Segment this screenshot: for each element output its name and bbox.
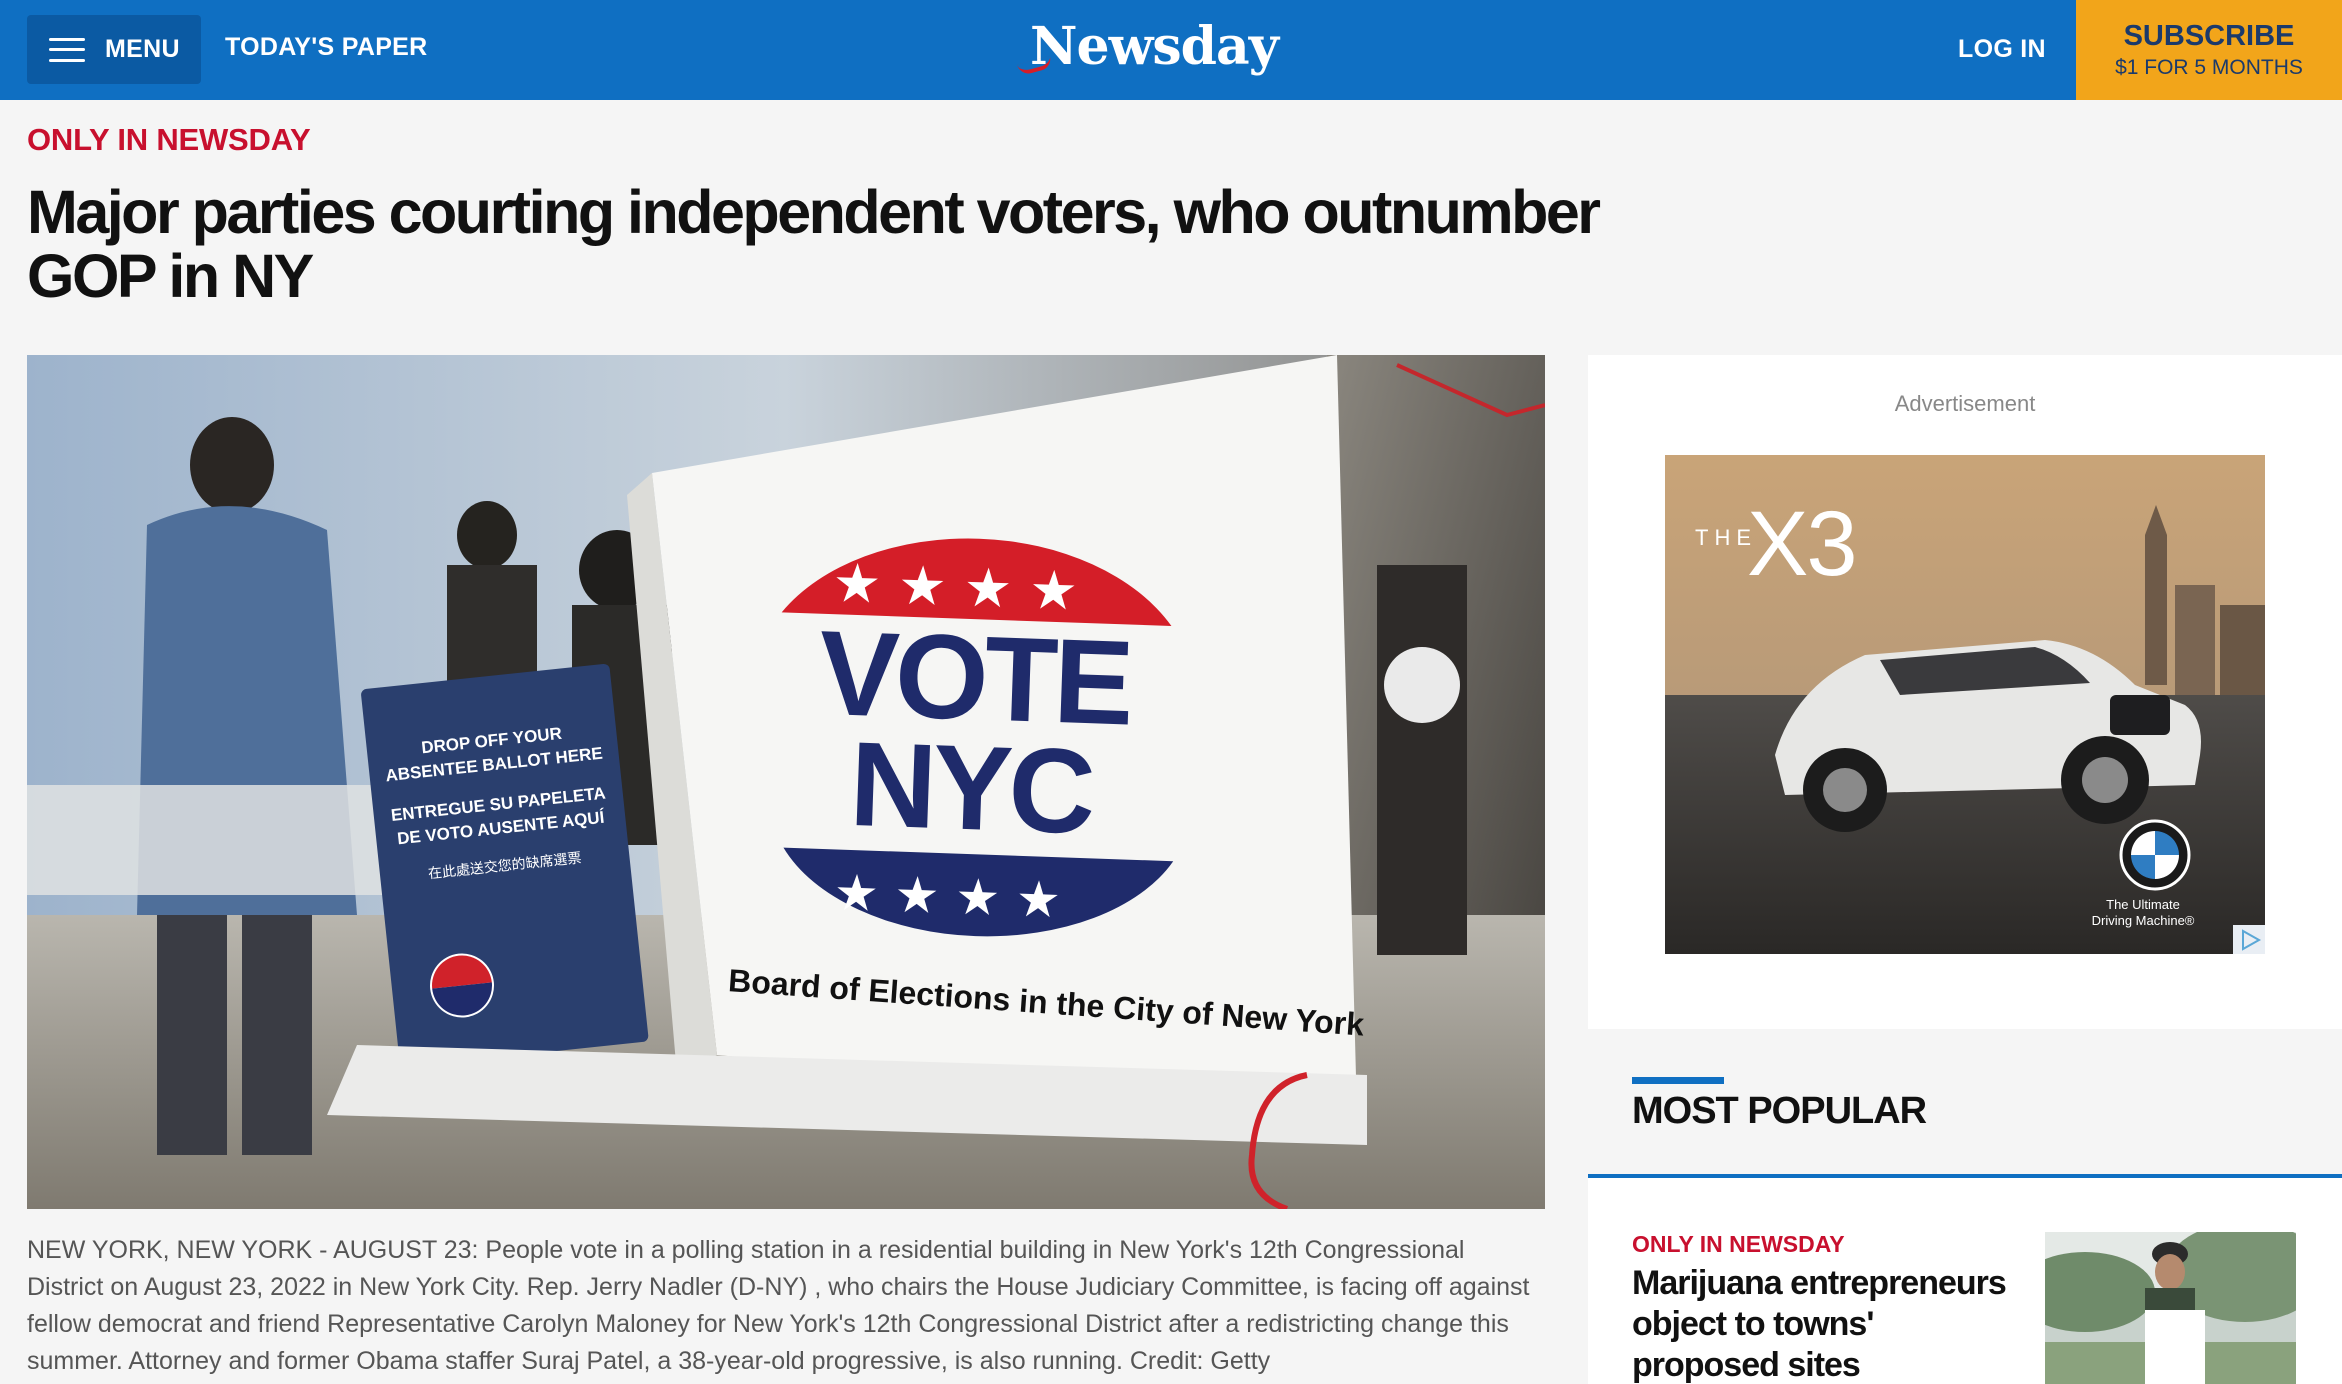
menu-button[interactable]: MENU — [27, 15, 201, 84]
ad-model: X3 — [1747, 493, 1856, 595]
bmw-logo-icon — [2119, 819, 2191, 891]
popular-item-title[interactable]: Marijuana entrepreneurs object to towns'… — [1632, 1263, 2022, 1384]
subscribe-button[interactable]: SUBSCRIBE $1 FOR 5 MONTHS — [2076, 0, 2342, 100]
popular-item-thumbnail[interactable] — [2045, 1232, 2296, 1384]
newsday-logo[interactable]: Newsday — [1017, 16, 1279, 77]
polling-station-illustration: DROP OFF YOUR ABSENTEE BALLOT HERE ENTRE… — [27, 355, 1545, 1209]
stars-bottom: ★ ★ ★ ★ — [833, 863, 1062, 929]
popular-item[interactable]: ONLY IN NEWSDAY Marijuana entrepreneurs … — [1588, 1178, 2342, 1384]
subscribe-offer: $1 FOR 5 MONTHS — [2115, 56, 2303, 79]
hamburger-icon — [49, 37, 85, 62]
article-kicker[interactable]: ONLY IN NEWSDAY — [27, 122, 311, 158]
advertisement-box: Advertisement THE X3 The Ultimate Drivin… — [1588, 355, 2342, 1029]
sign-title-nyc: NYC — [848, 717, 1095, 859]
login-link[interactable]: LOG IN — [1958, 35, 2046, 64]
menu-label: MENU — [105, 35, 180, 63]
advertisement-label: Advertisement — [1894, 391, 2036, 416]
ad-tagline-1: The Ultimate — [2106, 897, 2180, 912]
most-popular-title: MOST POPULAR — [1632, 1090, 1927, 1132]
most-popular-accent — [1632, 1077, 1724, 1084]
article-headline: Major parties courting independent voter… — [27, 178, 1601, 310]
bmw-x3-ad[interactable]: THE X3 The Ultimate Driving Machine® — [1665, 455, 2265, 954]
popular-item-kicker[interactable]: ONLY IN NEWSDAY — [1632, 1231, 1845, 1258]
lead-photo[interactable]: DROP OFF YOUR ABSENTEE BALLOT HERE ENTRE… — [27, 355, 1545, 1209]
ad-tagline-2: Driving Machine® — [2092, 913, 2195, 928]
photo-caption: NEW YORK, NEW YORK - AUGUST 23: People v… — [27, 1236, 1530, 1375]
subscribe-title: SUBSCRIBE — [2123, 20, 2295, 52]
todays-paper-link[interactable]: TODAY'S PAPER — [225, 33, 428, 62]
logo-text: Newsday — [1030, 16, 1279, 77]
thumbnail-image — [2045, 1232, 2296, 1384]
site-header: MENU TODAY'S PAPER Newsday LOG IN SUBSCR… — [0, 0, 2342, 100]
ad-car-illustration: THE X3 The Ultimate Driving Machine® — [1665, 455, 2265, 954]
